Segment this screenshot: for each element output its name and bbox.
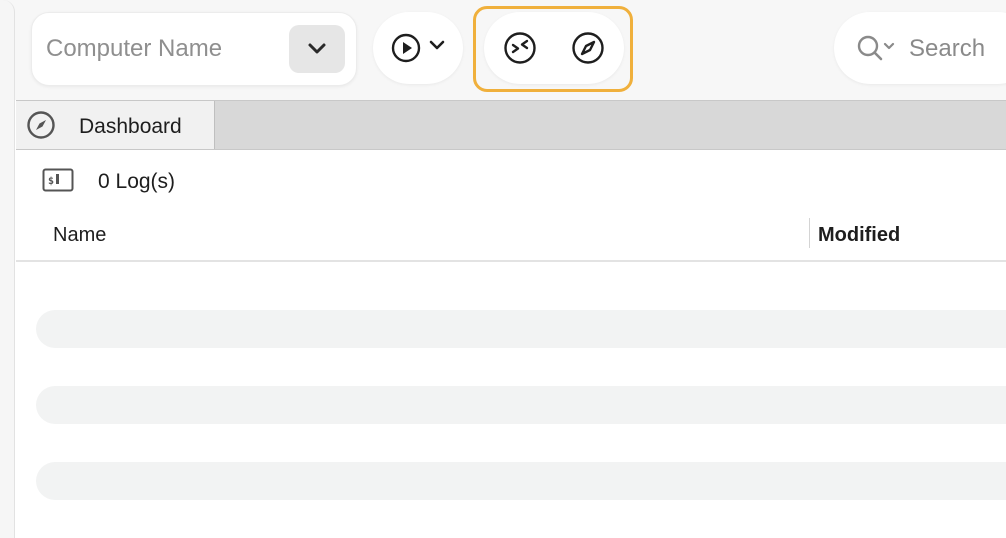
column-header-modified[interactable]: Modified [818, 224, 900, 247]
search-icon [857, 35, 895, 61]
column-divider[interactable] [809, 218, 810, 248]
log-summary: $ 0 Log(s) [16, 150, 1006, 210]
loading-placeholder-row [36, 386, 1006, 424]
compass-icon [27, 111, 55, 139]
svg-text:$: $ [48, 176, 54, 187]
tab-bar: Dashboard [16, 100, 1006, 150]
run-button[interactable] [373, 12, 463, 84]
chevron-down-icon[interactable] [429, 39, 445, 51]
search-label: Search [909, 35, 986, 62]
tab-dashboard[interactable]: Dashboard [16, 101, 215, 149]
app-window: Computer Name Search Dashboard $ 0 Log(s… [0, 0, 1006, 538]
computer-name-placeholder: Computer Name [46, 35, 223, 62]
computer-dropdown-button[interactable] [289, 25, 345, 73]
tab-label: Dashboard [79, 115, 182, 138]
highlight-outline [473, 6, 633, 92]
computer-name-combobox[interactable]: Computer Name [31, 12, 357, 86]
column-header-name[interactable]: Name [53, 224, 106, 247]
log-count: 0 Log(s) [98, 170, 176, 193]
sidebar-edge [0, 0, 15, 538]
chevron-down-icon [308, 43, 326, 54]
table-header: Name Modified [16, 210, 1006, 262]
loading-placeholder-row [36, 310, 1006, 348]
loading-placeholder-row [36, 462, 1006, 500]
play-icon [391, 33, 421, 63]
search-field[interactable]: Search [834, 12, 1006, 84]
terminal-icon: $ [42, 168, 74, 192]
